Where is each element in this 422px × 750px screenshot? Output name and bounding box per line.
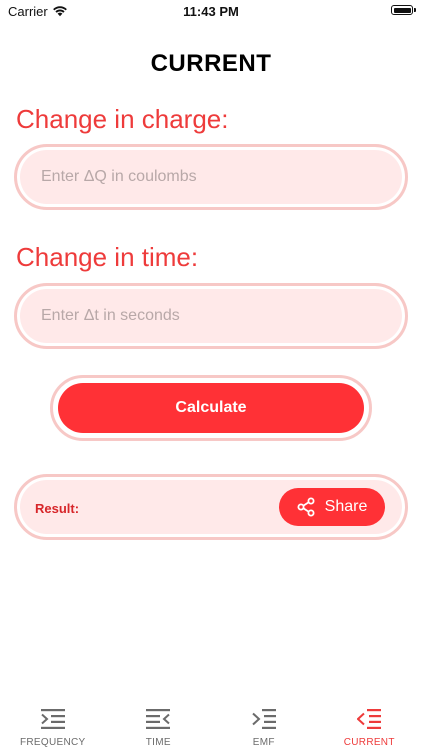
tab-label: FREQUENCY xyxy=(20,737,86,748)
page-title: CURRENT xyxy=(150,50,272,77)
tab-frequency[interactable]: FREQUENCY xyxy=(0,700,106,750)
share-label: Share xyxy=(324,498,368,515)
charge-field-container xyxy=(14,144,408,210)
time-input[interactable] xyxy=(21,290,401,342)
tab-time[interactable]: TIME xyxy=(106,700,212,750)
battery-icon xyxy=(391,5,416,15)
share-button[interactable]: Share xyxy=(279,488,385,526)
result-panel: Result: Share xyxy=(14,474,408,540)
tab-label: CURRENT xyxy=(343,737,395,748)
align-left-arrow-icon xyxy=(146,709,171,729)
status-time: 11:43 PM xyxy=(183,4,239,19)
status-bar: Carrier 11:43 PM xyxy=(0,0,422,24)
charge-input[interactable] xyxy=(21,151,401,203)
calculate-button[interactable]: Calculate xyxy=(58,383,364,433)
tab-label: TIME xyxy=(145,737,171,748)
indent-arrow-icon xyxy=(252,709,276,729)
tab-bar: FREQUENCY TIME EMF CURRENT xyxy=(0,700,422,750)
result-label: Result: xyxy=(35,501,80,516)
calculate-button-container: Calculate xyxy=(50,375,372,441)
tab-label: EMF xyxy=(252,737,275,748)
outdent-arrow-icon xyxy=(357,709,382,729)
time-label: Change in time: xyxy=(16,242,199,272)
tab-emf[interactable]: EMF xyxy=(211,700,317,750)
tab-current[interactable]: CURRENT xyxy=(317,700,422,750)
charge-label: Change in charge: xyxy=(16,104,229,134)
indent-right-icon xyxy=(40,709,65,729)
time-field-container xyxy=(14,283,408,349)
share-icon xyxy=(297,497,315,517)
